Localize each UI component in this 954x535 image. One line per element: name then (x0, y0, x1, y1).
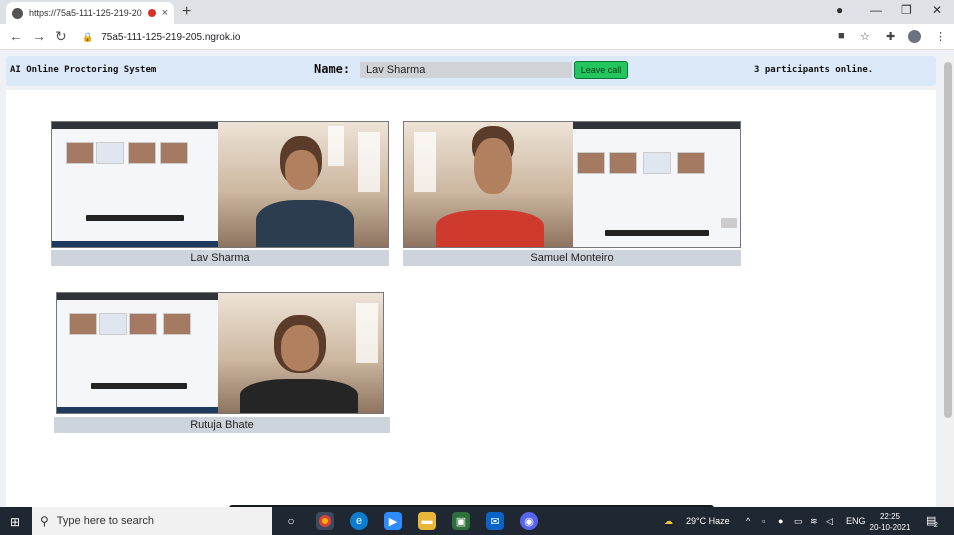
edge-icon[interactable]: e (350, 512, 368, 530)
search-placeholder: Type here to search (56, 515, 155, 527)
file-explorer-icon[interactable]: ▬ (418, 512, 436, 530)
tray-expand-icon[interactable]: ^ (746, 516, 750, 526)
back-icon[interactable]: ← (9, 28, 23, 44)
webcam-feed (218, 122, 388, 247)
search-icon: ⚲ (40, 514, 49, 528)
close-window-icon[interactable]: ✕ (932, 3, 942, 17)
battery-icon[interactable]: ▭ (794, 516, 803, 527)
participant-name: Rutuja Bhate (54, 417, 390, 433)
discord-icon[interactable]: ◉ (520, 512, 538, 530)
app-title: AI Online Proctoring System (10, 65, 157, 75)
screen-share (57, 293, 219, 413)
browser-tab-bar: https://75a5-111-125-219-20 × + ● — ❐ ✕ (0, 0, 954, 24)
screen-share (573, 122, 740, 247)
profile-dot-icon[interactable]: ● (836, 3, 843, 17)
clock-date: 20-10-2021 (869, 523, 911, 532)
app-header: AI Online Proctoring System Name: Leave … (6, 56, 936, 86)
minimize-icon[interactable]: — (870, 3, 882, 17)
reload-icon[interactable]: ↻ (55, 28, 67, 45)
mail-icon[interactable]: ✉ (486, 512, 504, 530)
participant-video (56, 292, 384, 414)
screen-share (52, 122, 218, 247)
page-scrollbar[interactable] (942, 56, 954, 507)
extensions-icon[interactable]: ✚ (886, 30, 895, 43)
site-favicon-icon (12, 7, 23, 19)
microphone-icon[interactable]: ● (778, 516, 783, 526)
zoom-icon[interactable]: ▶ (384, 512, 402, 530)
clock-time: 22:25 (879, 512, 901, 521)
browser-menu-icon[interactable]: ⋮ (935, 30, 946, 43)
browser-tab[interactable]: https://75a5-111-125-219-20 × (6, 2, 174, 24)
bookmark-star-icon[interactable]: ☆ (860, 30, 870, 43)
recording-indicator-icon (147, 9, 156, 17)
notification-count: 2 (934, 522, 938, 529)
taskbar-search-box[interactable]: ⚲ Type here to search (32, 507, 272, 535)
participant-name: Lav Sharma (51, 250, 389, 266)
participant-name: Samuel Monteiro (403, 250, 741, 266)
webcam-feed (404, 122, 573, 247)
url-text: 75a5-111-125-219-205.ngrok.io (101, 31, 241, 43)
weather-text[interactable]: 29°C Haze (686, 516, 730, 526)
task-view-icon[interactable]: ○ (282, 512, 300, 530)
new-tab-button[interactable]: + (182, 3, 191, 21)
profile-avatar-icon[interactable] (908, 30, 921, 43)
wifi-icon[interactable]: ≋ (810, 516, 818, 527)
address-bar[interactable]: 🔒 75a5-111-125-219-205.ngrok.io (82, 27, 830, 47)
language-indicator[interactable]: ENG (846, 516, 866, 526)
tab-close-icon[interactable]: × (162, 7, 168, 19)
restore-icon[interactable]: ❐ (901, 3, 912, 17)
scrollbar-thumb[interactable] (944, 62, 952, 418)
chrome-icon[interactable] (316, 512, 334, 530)
system-clock[interactable]: 22:25 20-10-2021 (868, 511, 912, 533)
forward-icon[interactable]: → (32, 28, 46, 44)
volume-icon[interactable]: ◁ (826, 516, 833, 527)
store-icon[interactable]: ▣ (452, 512, 470, 530)
name-input[interactable] (360, 62, 572, 78)
name-label: Name: (314, 62, 351, 76)
tab-title: https://75a5-111-125-219-20 (29, 8, 142, 18)
os-taskbar: ⊞ ⚲ Type here to search ○ e ▶ ▬ ▣ ✉ ◉ ☁ … (0, 507, 954, 535)
participant-video (403, 121, 741, 248)
webcam-feed (218, 293, 383, 413)
page-viewport: AI Online Proctoring System Name: Leave … (0, 50, 954, 531)
leave-call-button[interactable]: Leave call (574, 61, 628, 79)
lock-icon: 🔒 (82, 31, 94, 42)
participants-count: 3 participants online. (754, 65, 874, 75)
video-grid: Lav Sharma Samuel Monteiro Rutuja Bhate (6, 90, 936, 531)
browser-toolbar: ← → ↻ 🔒 75a5-111-125-219-205.ngrok.io ■ … (0, 24, 954, 50)
participant-video (51, 121, 389, 248)
camera-in-use-icon[interactable]: ■ (838, 30, 845, 42)
tray-app-icon[interactable]: ▫ (762, 516, 765, 526)
windows-start-icon[interactable]: ⊞ (10, 515, 20, 529)
weather-icon[interactable]: ☁ (664, 516, 673, 527)
